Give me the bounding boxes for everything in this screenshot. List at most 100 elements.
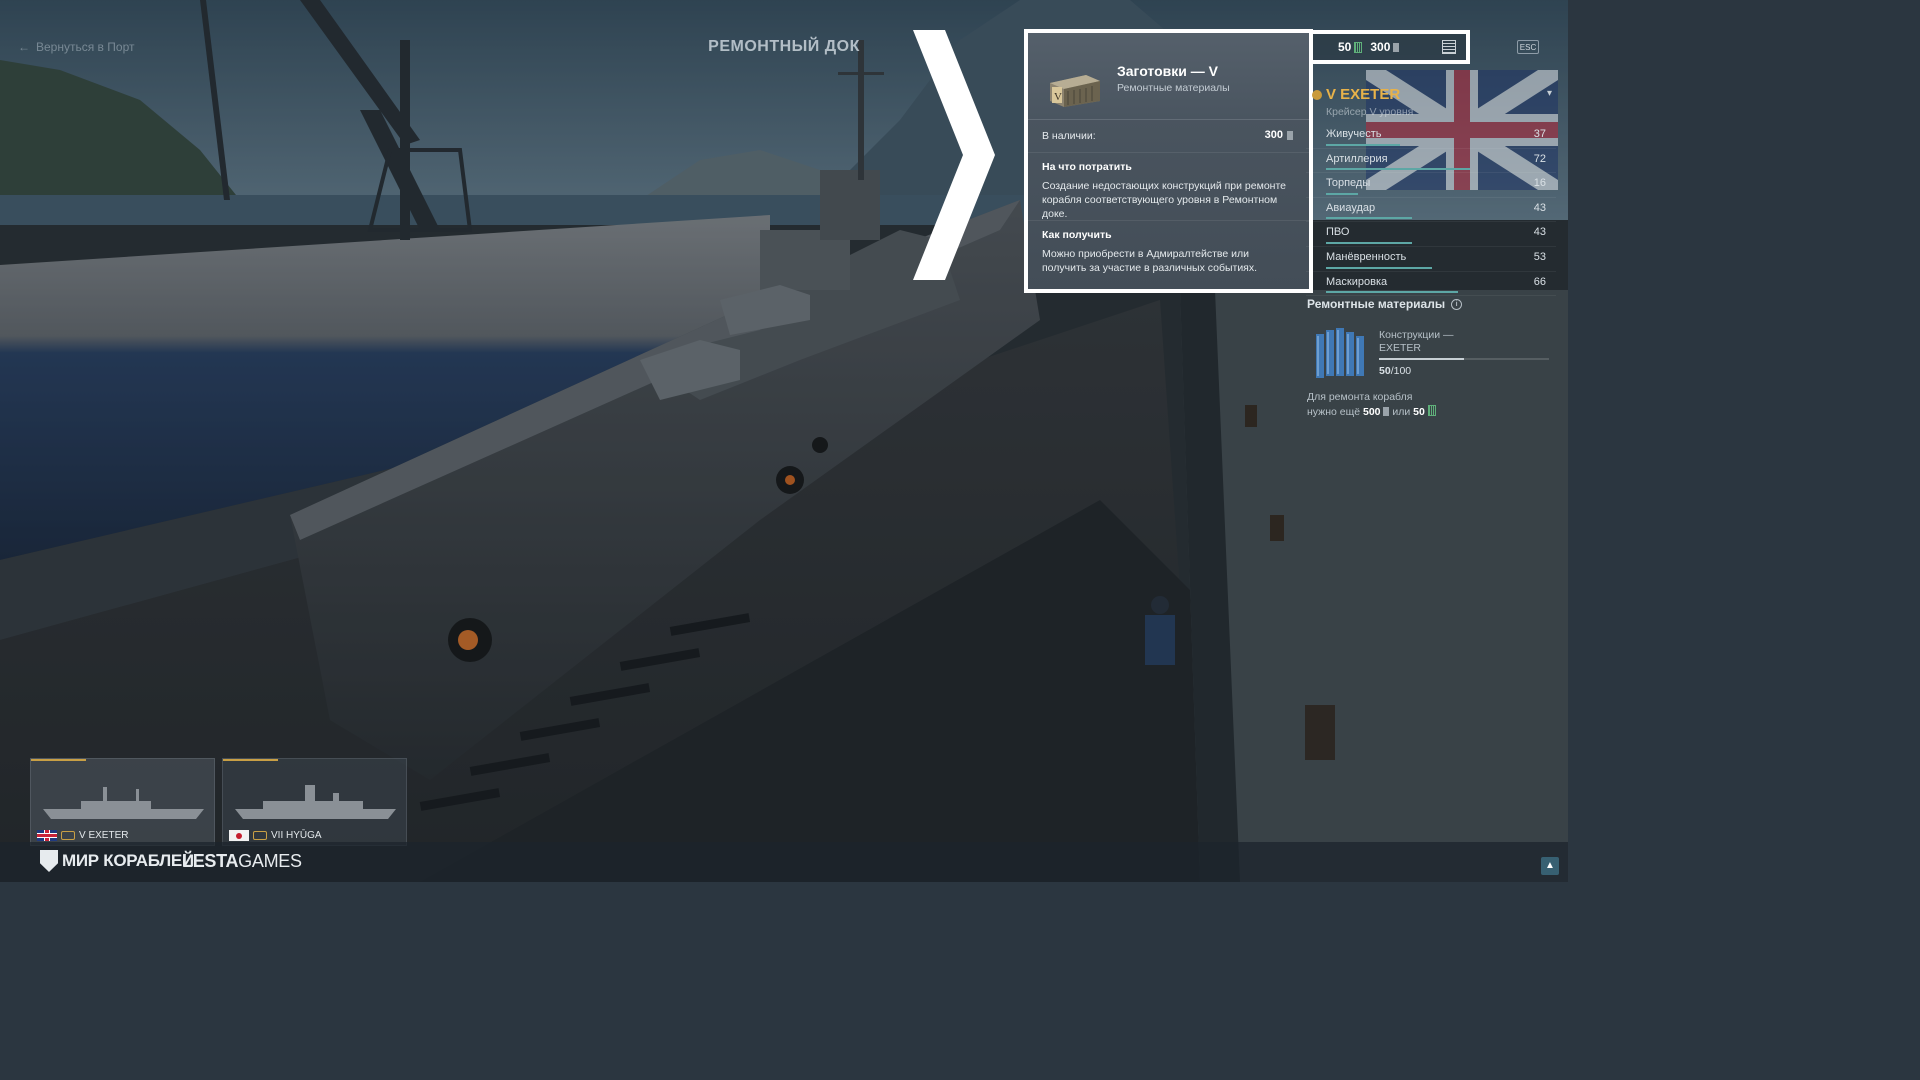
ship-card-label: VII HYŪGA [271,830,322,841]
cruiser-class-icon [61,831,75,840]
blanks-crate-icon: V [1050,75,1100,107]
stat-value: 66 [1533,275,1546,288]
chevron-down-icon[interactable]: ▾ [1547,88,1552,99]
stat-row[interactable]: Живучесть 37 [1306,124,1556,149]
blank-gray-icon [1287,130,1293,140]
repair-need-or: или [1392,406,1411,418]
stat-value: 16 [1533,177,1546,190]
tooltip-stock-row: В наличии: 300 [1028,120,1309,153]
chevron-right-icon [913,30,995,280]
repair-materials-title: Ремонтные материалы i [1307,297,1463,311]
blank-gray-icon [1383,407,1390,416]
selected-indicator [31,759,86,761]
stock-value: 300 [1265,129,1293,141]
uk-flag-icon [37,830,57,841]
stat-bar [1326,192,1358,195]
constructions-progress-bar [1379,358,1549,360]
stat-value: 37 [1533,128,1546,140]
stat-value: 53 [1533,250,1546,263]
ship-card-caption: VII HYŪGA [229,830,322,841]
ship-card-hyuga[interactable]: VII HYŪGA [222,758,407,846]
construction-green-icon [1354,41,1363,53]
obtain-text: Можно приобрести в Адмиралтействе или по… [1042,248,1258,274]
currency-bar: 50 300 [1308,30,1470,64]
repair-need-text: Для ремонта корабля нужно ещё 500 или 50 [1307,390,1436,420]
constructions-count: 50/100 [1379,365,1411,377]
stat-label: Артиллерия [1326,152,1388,165]
constructions-icon [1316,328,1364,378]
tooltip-obtain-section: Как получить Можно приобрести в Адмиралт… [1028,221,1309,275]
constructions-name-line2: EXETER [1379,342,1422,354]
repair-need-line1: Для ремонта корабля [1307,391,1413,403]
ship-silhouette-exeter [43,787,204,819]
stat-value: 43 [1533,201,1546,214]
stat-row[interactable]: Артиллерия 72 [1306,149,1556,174]
constructions-count-total: /100 [1390,365,1412,377]
stat-label: Манёвренность [1326,250,1407,263]
stat-bar [1326,241,1412,244]
japan-flag-icon [229,830,249,841]
games-text: GAMES [238,851,302,871]
stock-label: В наличии: [1042,130,1096,142]
ship-card-exeter[interactable]: V EXETER [30,758,215,846]
ship-silhouette-hyuga [235,785,396,819]
stat-bar [1326,143,1400,146]
lesta-text: LESTA [182,851,239,871]
stat-row[interactable]: Авиаудар 43 [1306,198,1556,223]
stat-value: 43 [1533,226,1546,239]
ship-type: Крейсер V уровня [1326,106,1414,118]
currency-constructions[interactable]: 50 [1338,40,1363,54]
stock-value-text: 300 [1264,129,1283,141]
blank-gray-icon [1393,42,1400,52]
inventory-list-icon[interactable] [1442,40,1456,54]
constructions-progress-fill [1379,358,1464,360]
currency-blanks[interactable]: 300 [1370,40,1400,54]
stat-label: Живучесть [1326,128,1382,140]
spend-text: Создание недостающих конструкций при рем… [1042,180,1286,220]
stat-bar [1326,217,1412,220]
stat-label: Маскировка [1326,275,1388,288]
lesta-games-logo: LESTAGAMES [182,851,302,872]
page-title-text: РЕМОНТНЫЙ ДОК [708,38,860,55]
tooltip-title: Заготовки — V [1117,63,1218,79]
stat-row[interactable]: Торпеды 16 [1306,173,1556,198]
ship-name: V EXETER [1312,86,1400,103]
mir-korabley-logo: МИР КОРАБЛЕЙ [40,850,194,872]
repair-need-line2: нужно ещё 500 или 50 [1307,405,1436,420]
esc-button[interactable]: ESC [1517,40,1539,54]
obtain-heading: Как получить [1042,229,1112,241]
selected-indicator [223,759,278,761]
shield-icon [40,850,58,872]
stat-row[interactable]: Маскировка 66 [1306,272,1556,297]
svg-text:V: V [1054,91,1062,103]
tooltip-spend-section: На что потратить Создание недостающих ко… [1028,153,1309,221]
stat-row[interactable]: Манёвренность 53 [1306,247,1556,272]
ship-stats: Живучесть 37 Артиллерия 72 Торпеды 16 Авиау… [1306,124,1556,297]
ship-name-text: V EXETER [1326,86,1401,103]
info-icon[interactable]: i [1451,298,1463,310]
mir-korabley-text: МИР КОРАБЛЕЙ [62,851,194,870]
constructions-count-current: 50 [1379,365,1391,377]
notifications-bell-icon[interactable]: ▲ [1541,857,1559,875]
repair-materials-title-text: Ремонтные материалы [1307,297,1446,311]
stat-bar [1326,266,1432,269]
construction-green-icon [1427,405,1436,416]
currency-constructions-value: 50 [1338,40,1352,54]
stat-row[interactable]: ПВО 43 [1306,222,1556,247]
ship-card-caption: V EXETER [37,830,128,841]
stat-label: Авиаудар [1326,201,1376,214]
constructions-name-line1: Конструкции — [1379,329,1454,341]
repair-need-constructions: 50 [1413,406,1425,418]
stat-label: ПВО [1326,226,1350,239]
battleship-class-icon [253,831,267,840]
stat-value: 72 [1533,152,1546,165]
ship-card-label: V EXETER [79,830,129,841]
stat-bar [1326,291,1458,294]
repair-need-prefix: нужно ещё [1307,406,1361,418]
stat-label: Торпеды [1326,177,1371,190]
material-tooltip: V Заготовки — V Ремонтные материалы В на… [1024,29,1313,293]
currency-blanks-value: 300 [1370,40,1391,54]
tooltip-header: V Заготовки — V Ремонтные материалы [1028,33,1309,120]
repair-need-blanks: 500 [1363,406,1381,418]
spend-heading: На что потратить [1042,161,1132,173]
